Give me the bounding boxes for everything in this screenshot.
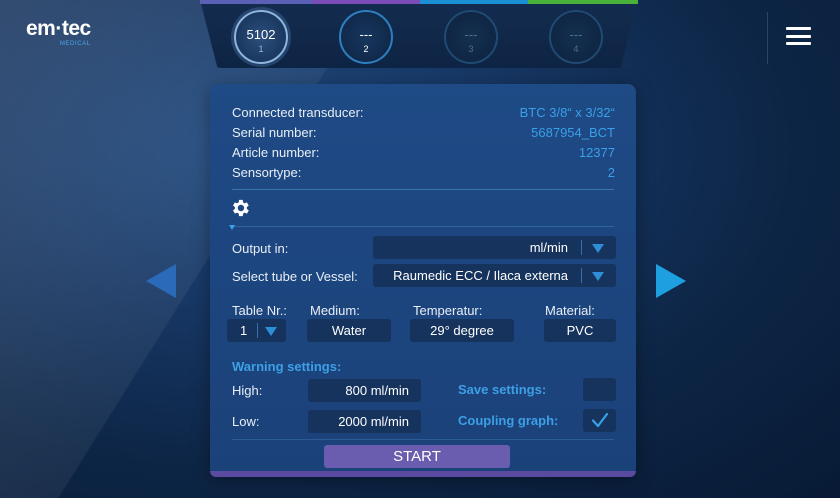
channel-color-bar-4 — [528, 0, 638, 4]
low-label: Low: — [232, 414, 260, 429]
channel-3-number: 3 — [468, 44, 474, 54]
channel-3-button[interactable]: --- 3 — [444, 10, 498, 64]
bottom-divider — [232, 439, 614, 440]
serial-number-value: 5687954_BCT — [531, 125, 615, 140]
output-select[interactable]: ml/min — [373, 236, 616, 259]
channel-color-bar-3 — [420, 0, 528, 4]
medium-field[interactable]: Water — [307, 319, 391, 342]
arrow-left-icon[interactable] — [146, 264, 176, 298]
hamburger-menu-icon[interactable] — [786, 27, 811, 45]
table-nr-value: 1 — [240, 323, 248, 338]
header-divider — [767, 12, 768, 64]
output-select-value: ml/min — [529, 240, 568, 255]
connected-transducer-label: Connected transducer: — [232, 105, 364, 120]
channel-2-number: 2 — [363, 44, 369, 54]
material-field[interactable]: PVC — [544, 319, 616, 342]
info-divider — [232, 189, 614, 190]
channel-4-button[interactable]: --- 4 — [549, 10, 603, 64]
channel-1-button[interactable]: 5102 1 — [234, 10, 288, 64]
gear-icon[interactable] — [229, 197, 251, 219]
table-nr-select[interactable]: 1 — [227, 319, 286, 342]
channel-4-value: --- — [569, 27, 583, 42]
card-bottom-accent — [210, 471, 636, 477]
save-settings-checkbox[interactable] — [583, 378, 616, 401]
channel-4-number: 4 — [573, 44, 579, 54]
serial-number-label: Serial number: — [232, 125, 317, 140]
brand-tagline: MEDICAL — [59, 41, 91, 47]
arrow-right-icon[interactable] — [656, 264, 686, 298]
start-button[interactable]: START — [324, 445, 510, 468]
channel-2-button[interactable]: --- 2 — [339, 10, 393, 64]
brand-name: em·tec — [26, 17, 91, 40]
tube-select[interactable]: Raumedic ECC / Ilaca externa — [373, 264, 616, 287]
tube-select-value: Raumedic ECC / Ilaca externa — [393, 268, 568, 283]
table-nr-label: Table Nr.: — [232, 303, 287, 318]
medium-label: Medium: — [310, 303, 360, 318]
select-divider — [257, 323, 258, 338]
high-label: High: — [232, 383, 263, 398]
warning-settings-heading: Warning settings: — [232, 359, 342, 374]
temperatur-label: Temperatur: — [413, 303, 483, 318]
save-settings-label: Save settings: — [458, 382, 547, 397]
channel-3-value: --- — [464, 27, 478, 42]
chevron-down-icon — [265, 327, 277, 336]
chevron-down-icon — [592, 272, 604, 281]
temperatur-field[interactable]: 29° degree — [410, 319, 514, 342]
material-label: Material: — [545, 303, 595, 318]
low-input[interactable]: 2000 ml/min — [308, 410, 421, 433]
checkmark-icon — [591, 412, 609, 428]
tube-label: Select tube or Vessel: — [232, 269, 358, 284]
channel-1-value: 5102 — [246, 27, 276, 42]
brand-logo: em·tec MEDICAL — [26, 17, 91, 48]
settings-divider — [232, 226, 614, 227]
high-input[interactable]: 800 ml/min — [308, 379, 421, 402]
coupling-graph-checkbox[interactable] — [583, 409, 616, 432]
coupling-graph-label: Coupling graph: — [458, 413, 559, 428]
connected-transducer-value: BTC 3/8“ x 3/32“ — [519, 105, 615, 120]
channel-1-number: 1 — [258, 44, 264, 54]
sensortype-value: 2 — [607, 165, 615, 180]
select-divider — [581, 268, 582, 283]
channel-color-bar-1 — [200, 0, 312, 4]
article-number-label: Article number: — [232, 145, 320, 160]
select-divider — [581, 240, 582, 255]
channel-2-value: --- — [359, 27, 373, 42]
chevron-down-icon — [592, 244, 604, 253]
article-number-value: 12377 — [578, 145, 615, 160]
sensortype-label: Sensortype: — [232, 165, 302, 180]
output-label: Output in: — [232, 241, 289, 256]
channel-color-bar-2 — [312, 0, 420, 4]
